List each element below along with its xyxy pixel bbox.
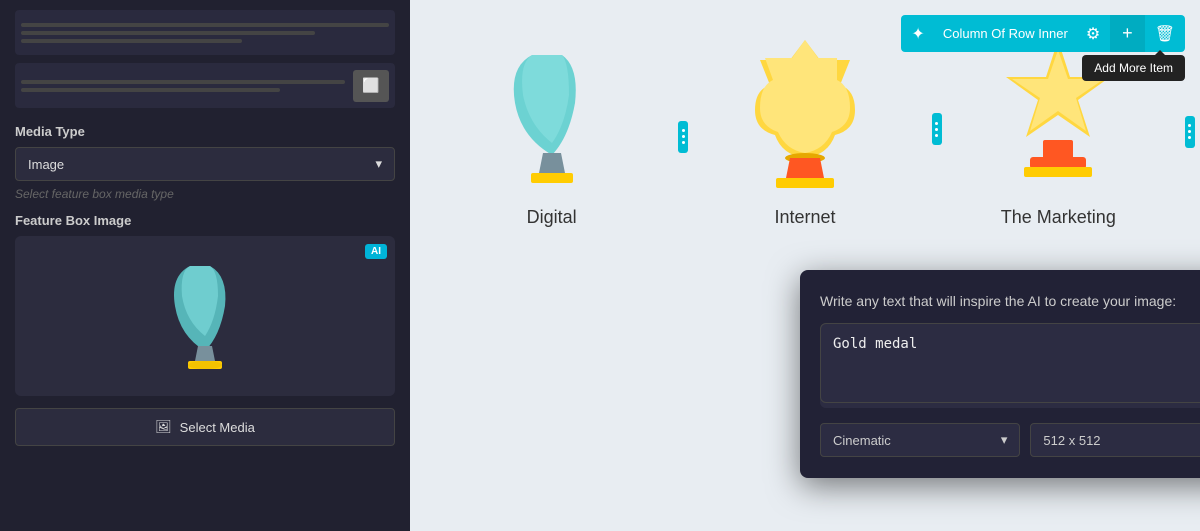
trophy-preview-image <box>155 251 255 381</box>
thumb-line <box>21 23 389 27</box>
trophy-name-1: Digital <box>527 207 577 228</box>
dialog-footer: Cinematic ▾ 512 x 512 ▾ Generate Image <box>820 422 1200 458</box>
chevron-down-icon: ▾ <box>1001 432 1008 448</box>
dialog-title: Write any text that will inspire the AI … <box>820 293 1176 309</box>
thumb-line <box>21 31 315 35</box>
thumb-line <box>21 39 242 43</box>
ai-badge: AI <box>365 244 387 259</box>
canvas-area: ✦ Column Of Row Inner ⚙ + 🗑 Add More Ite… <box>410 0 1200 531</box>
trash-icon: 🗑 <box>1155 26 1175 43</box>
feature-box-label: Feature Box Image <box>15 213 395 228</box>
prompt-textarea-wrap: 🕐 <box>820 323 1200 408</box>
gear-icon: ⚙ <box>1086 24 1100 44</box>
size-label: 512 x 512 <box>1043 433 1100 448</box>
left-panel: ⬜ Media Type Image ▾ Select feature box … <box>0 0 410 531</box>
thumb-image-icon: ⬜ <box>353 70 389 102</box>
thumb-line <box>21 80 345 84</box>
media-type-value: Image <box>28 157 64 172</box>
thumb-lines <box>21 23 389 43</box>
thumb-line <box>21 88 280 92</box>
thumb-lines <box>21 80 345 92</box>
ai-dialog: Write any text that will inspire the AI … <box>800 270 1200 478</box>
add-more-item-tooltip: Add More Item <box>1082 55 1185 81</box>
size-dropdown[interactable]: 512 x 512 ▾ <box>1030 423 1200 457</box>
template-thumbnails: ⬜ <box>15 10 395 108</box>
select-media-label: Select Media <box>180 420 255 435</box>
image-preview-box: AI <box>15 236 395 396</box>
column-move-icon[interactable]: ✦ <box>901 16 934 52</box>
media-type-dropdown[interactable]: Image ▾ <box>15 147 395 181</box>
dialog-header: Write any text that will inspire the AI … <box>820 290 1200 311</box>
trophy-card-1: Digital <box>430 45 673 228</box>
style-label: Cinematic <box>833 433 891 448</box>
add-item-button[interactable]: + <box>1110 15 1145 52</box>
trophy-card-2: Internet <box>683 30 926 228</box>
plus-icon: + <box>1122 23 1133 43</box>
chevron-down-icon: ▾ <box>375 156 382 172</box>
select-media-icon: 🖼 <box>155 419 172 435</box>
media-type-hint: Select feature box media type <box>15 187 395 201</box>
column-toolbar: ✦ Column Of Row Inner ⚙ + 🗑 <box>901 15 1185 52</box>
column-label: Column Of Row Inner <box>935 26 1076 41</box>
thumb-item-2[interactable]: ⬜ <box>15 63 395 108</box>
select-media-button[interactable]: 🖼 Select Media <box>15 408 395 446</box>
settings-button[interactable]: ⚙ <box>1076 16 1110 52</box>
drag-handle-3[interactable] <box>1185 116 1195 148</box>
delete-button[interactable]: 🗑 <box>1145 16 1185 52</box>
prompt-textarea[interactable] <box>820 323 1200 403</box>
trophy-name-2: Internet <box>774 207 835 228</box>
trophy-name-3: The Marketing <box>1001 207 1116 228</box>
style-dropdown[interactable]: Cinematic ▾ <box>820 423 1020 457</box>
thumb-item-1[interactable] <box>15 10 395 55</box>
media-type-section-label: Media Type <box>15 124 395 139</box>
